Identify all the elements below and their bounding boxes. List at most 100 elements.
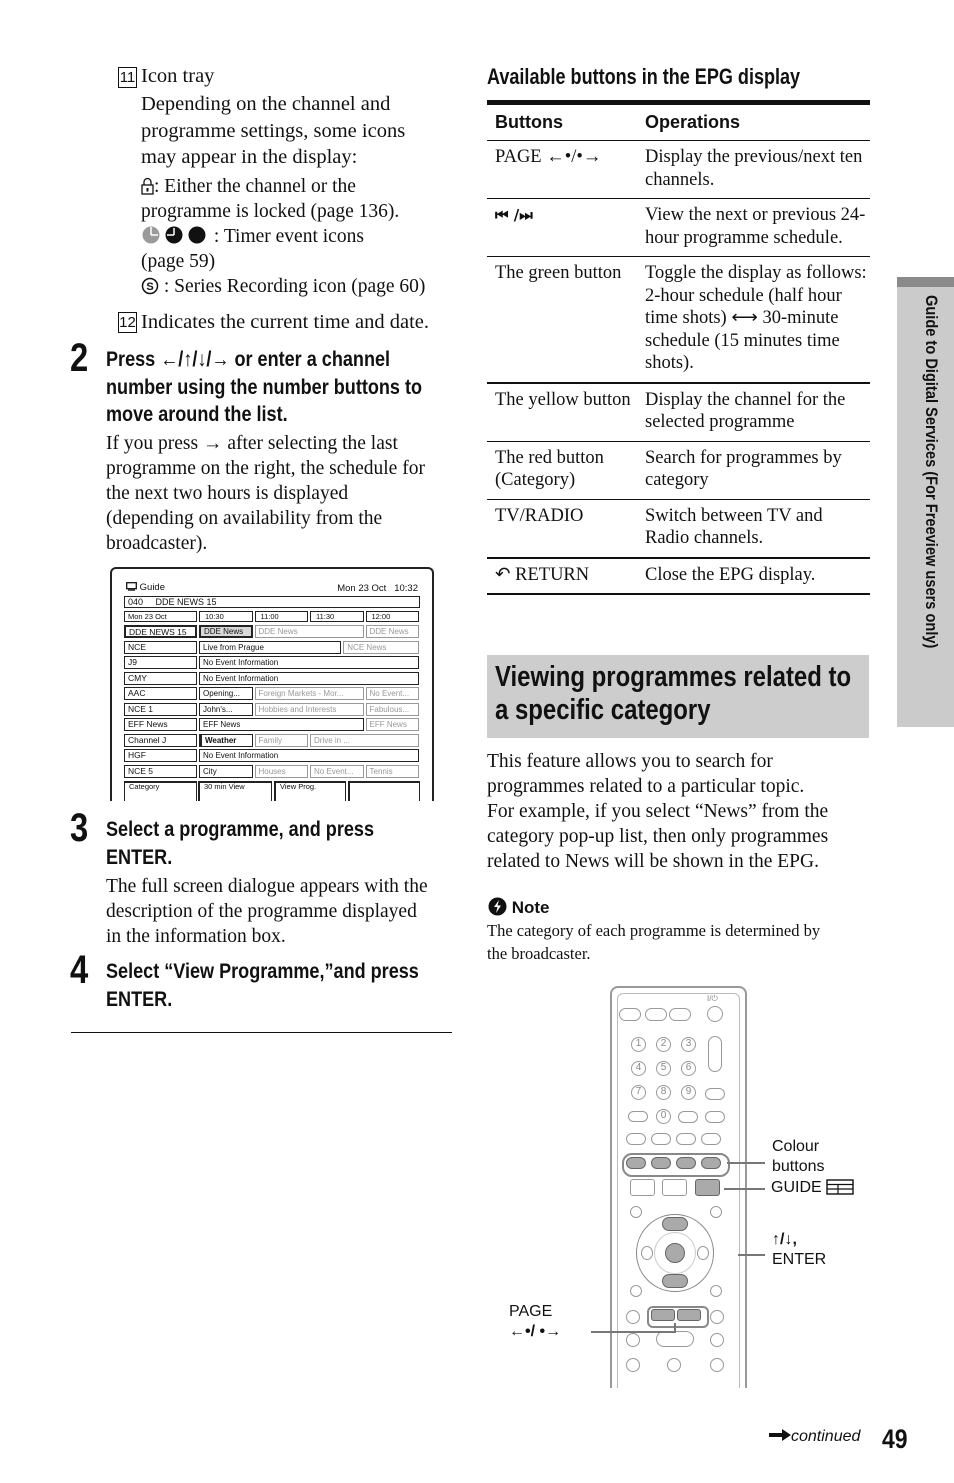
rewind-button[interactable] bbox=[626, 1333, 640, 1347]
epg-programme-cell[interactable]: EFF News bbox=[199, 718, 364, 731]
epg-channel-cell[interactable]: EFF News bbox=[124, 718, 197, 731]
up-button[interactable] bbox=[662, 1217, 688, 1231]
number-button-4[interactable]: 4 bbox=[631, 1061, 646, 1076]
epg-footer-button[interactable]: View Prog. bbox=[274, 781, 346, 801]
side-tab-strip bbox=[897, 277, 954, 287]
function-button[interactable] bbox=[676, 1133, 696, 1145]
epg-programme-cell[interactable]: Family bbox=[254, 733, 308, 747]
number-button-1[interactable]: 1 bbox=[631, 1037, 646, 1052]
function-button[interactable] bbox=[701, 1133, 721, 1145]
page-next-button[interactable] bbox=[677, 1309, 701, 1321]
side-button[interactable] bbox=[705, 1088, 725, 1100]
prev-button[interactable] bbox=[626, 1310, 640, 1324]
item-title: Icon tray bbox=[141, 65, 215, 87]
yellow-button[interactable] bbox=[676, 1157, 696, 1169]
arrow-right-icon bbox=[769, 1429, 791, 1441]
epg-programme-cell[interactable]: Weather bbox=[199, 733, 253, 747]
tools-button[interactable] bbox=[710, 1285, 722, 1297]
eject-button[interactable] bbox=[619, 1008, 641, 1021]
epg-footer-button[interactable]: 30 min View bbox=[198, 781, 272, 801]
section-divider bbox=[71, 1032, 452, 1033]
epg-programme-cell[interactable]: Houses bbox=[254, 764, 308, 778]
epg-channel-cell[interactable]: J9 bbox=[124, 656, 197, 669]
epg-programme-cell[interactable]: Drive in ... bbox=[310, 733, 419, 747]
epg-channel-cell[interactable]: NCE bbox=[124, 640, 197, 654]
epg-programme-cell[interactable]: NCE News bbox=[343, 640, 419, 654]
note-line: The category of each programme is determ… bbox=[487, 921, 821, 940]
top-button[interactable] bbox=[645, 1008, 667, 1021]
title-line: a specific category bbox=[495, 694, 711, 726]
epg-programme-cell[interactable]: Hobbies and Interests bbox=[254, 702, 364, 716]
top-button[interactable] bbox=[669, 1008, 691, 1021]
epg-programme-cell[interactable]: DDE News bbox=[365, 625, 419, 638]
favourite-button[interactable] bbox=[710, 1206, 722, 1218]
fast-forward-button[interactable] bbox=[710, 1333, 724, 1347]
epg-channel-cell[interactable]: HGF bbox=[124, 749, 197, 762]
number-button-2[interactable]: 2 bbox=[656, 1037, 671, 1052]
epg-header-title: Guide bbox=[126, 582, 165, 593]
item-number-badge: 12 bbox=[118, 312, 137, 333]
down-button[interactable] bbox=[662, 1274, 688, 1288]
epg-programme-cell[interactable]: No Event Information bbox=[199, 656, 419, 669]
side-button[interactable] bbox=[705, 1111, 725, 1123]
epg-programme-cell[interactable]: No Event Information bbox=[199, 749, 419, 762]
side-button[interactable] bbox=[678, 1111, 698, 1123]
number-button-9[interactable]: 9 bbox=[681, 1085, 696, 1100]
text-line: programme settings, some icons bbox=[141, 119, 406, 142]
epg-programme-cell[interactable]: No Event... bbox=[365, 687, 419, 700]
option-button[interactable] bbox=[662, 1179, 687, 1196]
epg-time-slot: 11:30 bbox=[310, 611, 364, 622]
epg-programme-cell[interactable]: EFF News bbox=[365, 718, 419, 731]
display-button[interactable] bbox=[630, 1206, 642, 1218]
power-button[interactable] bbox=[707, 1006, 723, 1022]
epg-programme-cell[interactable]: Fabulous... bbox=[365, 702, 419, 716]
enter-button[interactable] bbox=[665, 1243, 685, 1263]
red-button[interactable] bbox=[626, 1157, 646, 1169]
number-button-6[interactable]: 6 bbox=[681, 1061, 696, 1076]
number-button-7[interactable]: 7 bbox=[631, 1085, 646, 1100]
green-button[interactable] bbox=[651, 1157, 671, 1169]
pause-button[interactable] bbox=[667, 1358, 681, 1372]
epg-programme-cell[interactable]: John's... bbox=[199, 702, 253, 716]
epg-channel-cell[interactable]: CMY bbox=[124, 671, 197, 685]
tv-radio-button[interactable] bbox=[630, 1179, 655, 1196]
number-button-5[interactable]: 5 bbox=[656, 1061, 671, 1076]
epg-programme-cell[interactable]: No Event Information bbox=[199, 671, 419, 685]
volume-rocker[interactable] bbox=[708, 1036, 722, 1072]
right-button[interactable] bbox=[697, 1246, 709, 1260]
blue-button[interactable] bbox=[701, 1157, 721, 1169]
function-button[interactable] bbox=[651, 1133, 671, 1145]
epg-channel-cell[interactable]: NCE 5 bbox=[124, 764, 197, 778]
epg-channel-cell[interactable]: DDE NEWS 15 bbox=[124, 625, 197, 638]
epg-programme-cell[interactable]: DDE News bbox=[254, 625, 364, 638]
buttons-table-title: Available buttons in the EPG display bbox=[487, 64, 801, 89]
epg-programme-cell[interactable]: Tennis bbox=[365, 764, 419, 778]
left-button[interactable] bbox=[641, 1246, 653, 1260]
function-button[interactable] bbox=[626, 1133, 646, 1145]
tv-icon bbox=[126, 582, 137, 591]
body-line: category pop-up list, then only programm… bbox=[487, 826, 829, 847]
number-button-0[interactable]: 0 bbox=[656, 1109, 671, 1124]
epg-programme-cell[interactable]: Opening... bbox=[199, 687, 253, 700]
epg-programme-cell[interactable]: Foreign Markets - Mor... bbox=[254, 687, 364, 700]
dot-button[interactable] bbox=[628, 1111, 648, 1122]
play-button[interactable] bbox=[656, 1331, 694, 1347]
next-button[interactable] bbox=[710, 1310, 724, 1324]
epg-channel-cell[interactable]: Channel J bbox=[124, 733, 197, 747]
operation-cell: Display the channel for the selected pro… bbox=[645, 389, 846, 433]
number-button-8[interactable]: 8 bbox=[656, 1085, 671, 1100]
epg-programme-cell[interactable]: City bbox=[199, 764, 253, 778]
record-button[interactable] bbox=[626, 1358, 640, 1372]
epg-footer-button[interactable]: Category bbox=[124, 781, 197, 801]
number-button-3[interactable]: 3 bbox=[681, 1037, 696, 1052]
epg-programme-cell[interactable]: DDE News bbox=[199, 625, 253, 638]
epg-channel-cell[interactable]: NCE 1 bbox=[124, 702, 197, 716]
guide-button[interactable] bbox=[695, 1179, 720, 1196]
epg-channel-cell[interactable]: AAC bbox=[124, 687, 197, 700]
table-row: ↶ RETURN Close the EPG display. bbox=[487, 559, 870, 595]
return-button[interactable] bbox=[630, 1285, 642, 1297]
page-prev-button[interactable] bbox=[651, 1309, 675, 1321]
stop-button[interactable] bbox=[710, 1358, 724, 1372]
epg-programme-cell[interactable]: No Event... bbox=[310, 764, 364, 778]
epg-programme-cell[interactable]: Live from Prague bbox=[199, 640, 342, 654]
